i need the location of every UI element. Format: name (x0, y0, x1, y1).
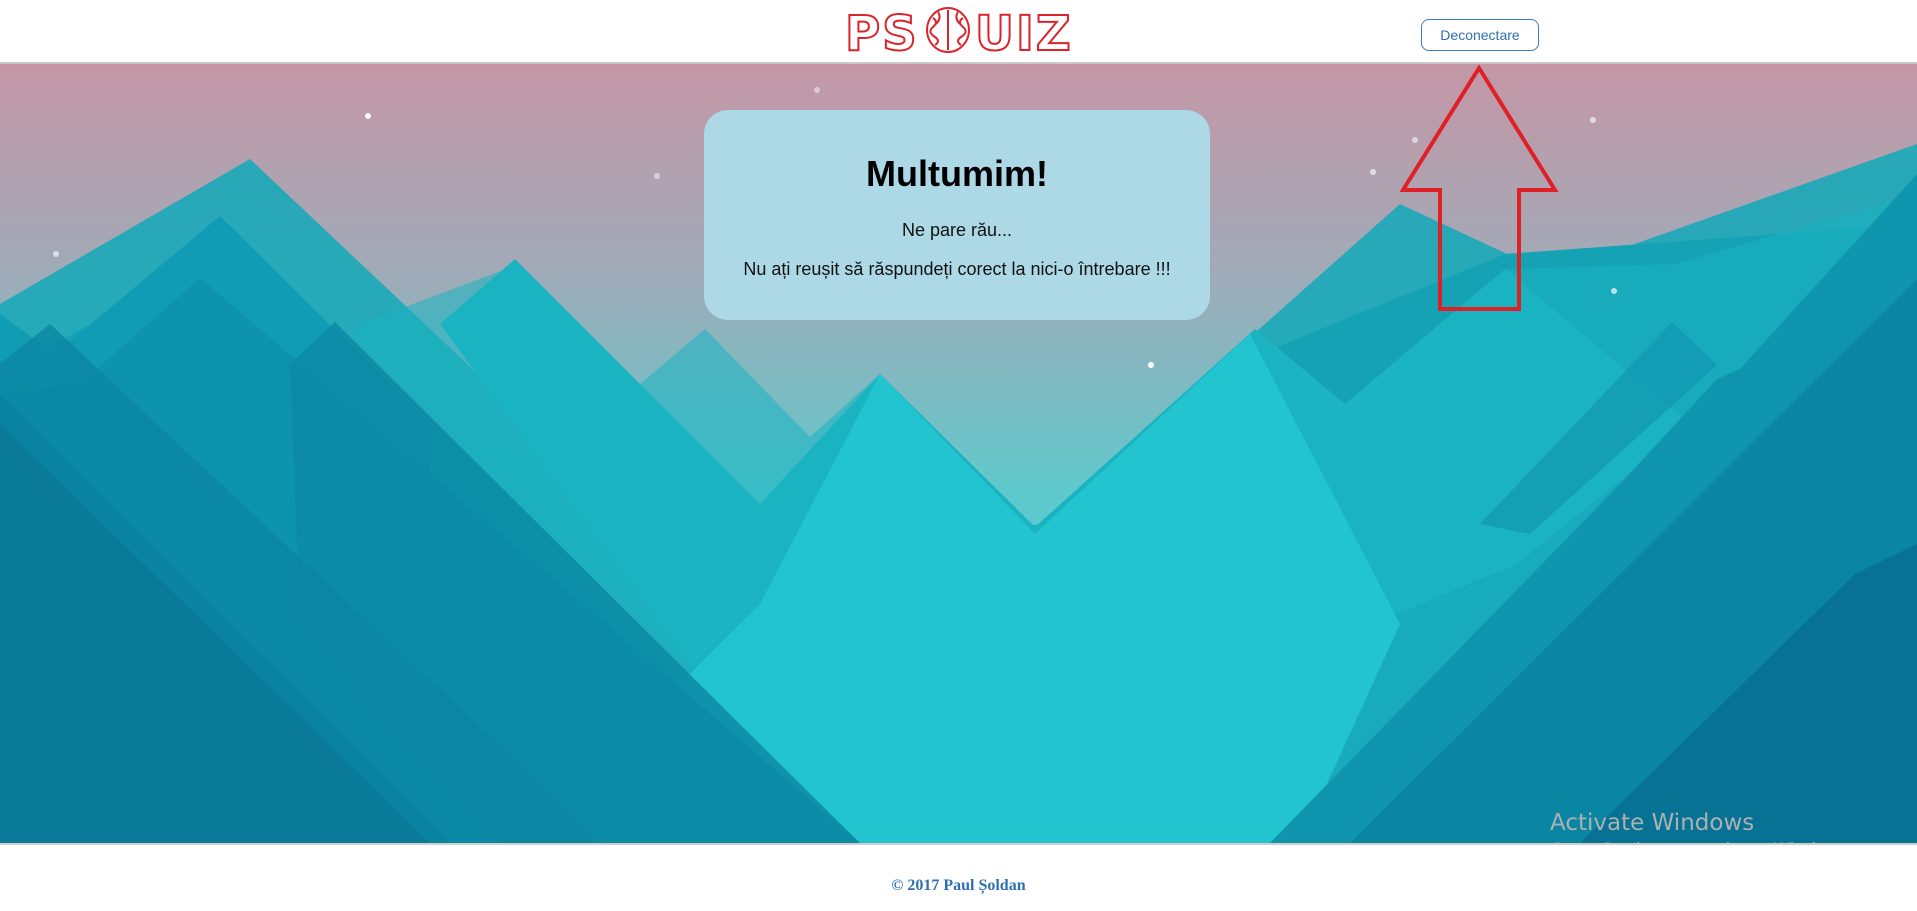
brain-icon (926, 7, 970, 53)
up-arrow-icon (1398, 64, 1560, 314)
result-message: Ne pare rău... (901, 220, 1013, 240)
top-header: PS UIZ Deconectare (0, 0, 1917, 64)
copyright-text: © 2017 Paul Șoldan (891, 877, 1026, 894)
result-card: Multumim! Ne pare rău... Nu ați reușit s… (704, 110, 1210, 320)
result-title: Multumim! (866, 153, 1048, 194)
svg-text:UIZ: UIZ (975, 6, 1070, 60)
logout-button[interactable]: Deconectare (1421, 19, 1539, 51)
watermark-title: Activate Windows (1550, 810, 1755, 836)
svg-text:PS: PS (845, 6, 919, 60)
page-footer: © 2017 Paul Șoldan (0, 843, 1917, 911)
result-detail: Nu ați reușit să răspundeți corect la ni… (743, 259, 1171, 279)
ps-quiz-logo[interactable]: PS UIZ (844, 4, 1072, 63)
